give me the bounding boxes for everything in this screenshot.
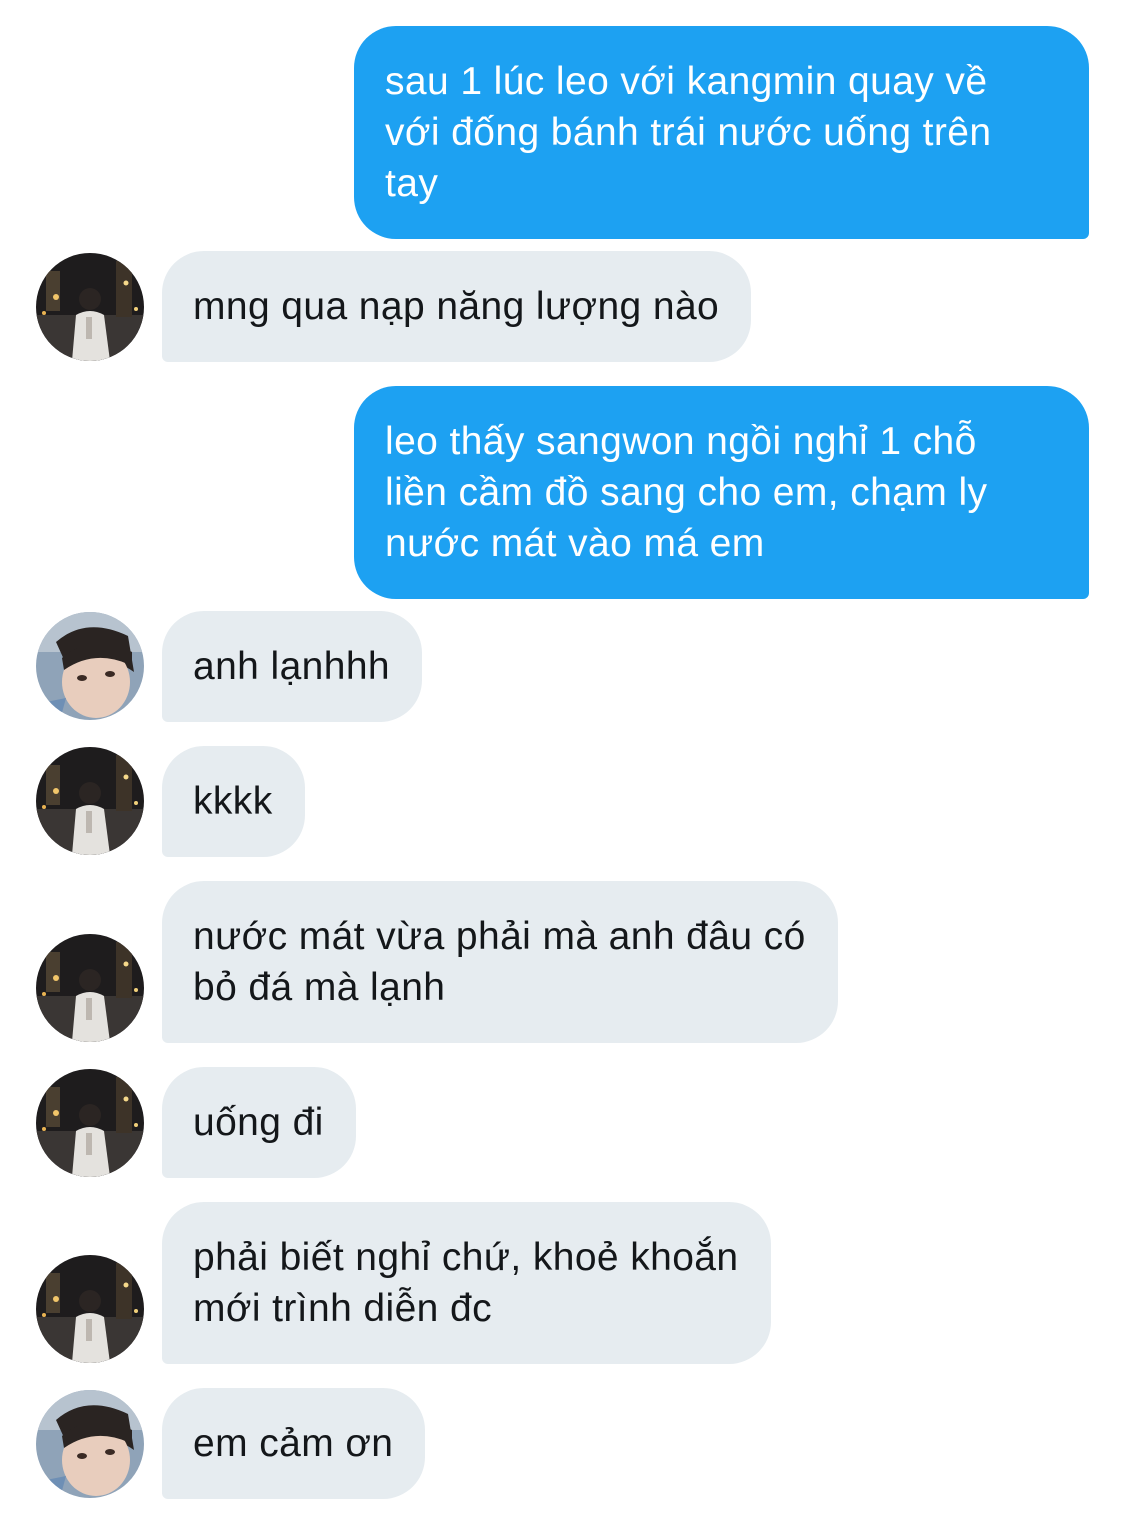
- night-street-avatar[interactable]: [36, 1069, 144, 1177]
- selfie-avatar[interactable]: [36, 1390, 144, 1498]
- night-street-avatar[interactable]: [36, 253, 144, 361]
- night-street-avatar[interactable]: [36, 934, 144, 1042]
- incoming-message[interactable]: anh lạnhhh: [162, 611, 423, 722]
- incoming-message[interactable]: uống đi: [162, 1067, 356, 1178]
- incoming-message[interactable]: phải biết nghỉ chứ, khoẻ khoắn mới trình…: [162, 1202, 771, 1364]
- night-street-avatar[interactable]: [36, 747, 144, 855]
- incoming-message[interactable]: kkkk: [162, 746, 305, 857]
- incoming-message[interactable]: mng qua nạp năng lượng nào: [162, 251, 752, 362]
- incoming-message[interactable]: nước mát vừa phải mà anh đâu có bỏ đá mà…: [162, 881, 838, 1043]
- selfie-avatar[interactable]: [36, 612, 144, 720]
- outgoing-message[interactable]: sau 1 lúc leo với kangmin quay về với đố…: [354, 26, 1089, 239]
- outgoing-message[interactable]: leo thấy sangwon ngồi nghỉ 1 chỗ liền cầ…: [354, 386, 1089, 599]
- incoming-message[interactable]: em cảm ơn: [162, 1388, 426, 1499]
- night-street-avatar[interactable]: [36, 1255, 144, 1363]
